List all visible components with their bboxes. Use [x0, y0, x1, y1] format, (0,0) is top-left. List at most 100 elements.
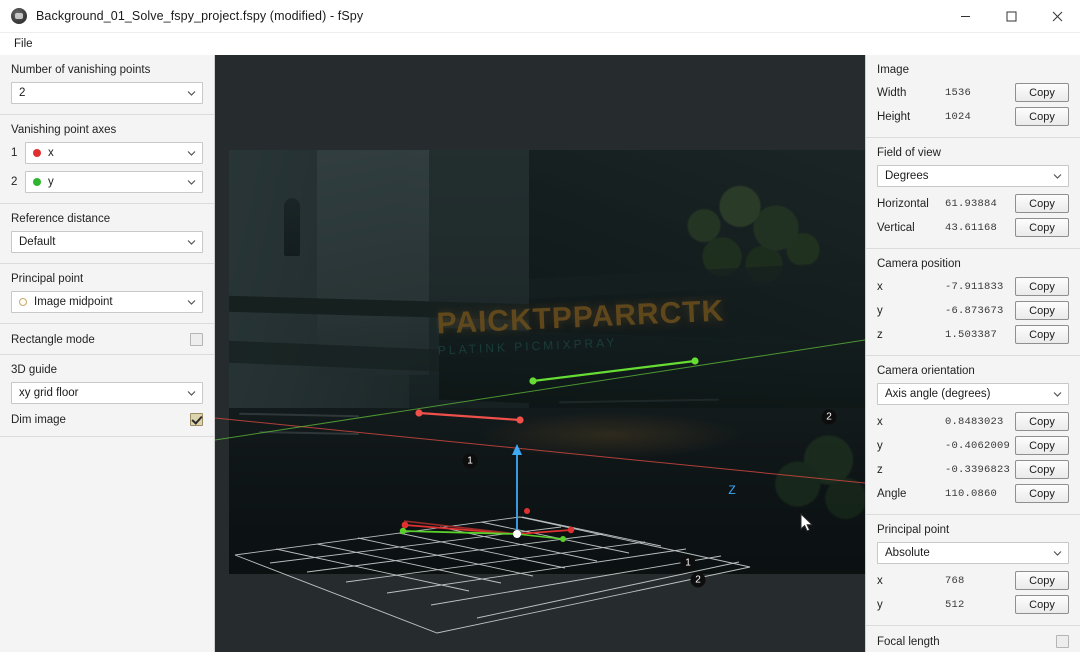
chevron-down-icon — [187, 298, 196, 307]
vanishing-point-2-label[interactable]: 2 — [822, 410, 837, 425]
axis-index-2: 2 — [11, 176, 25, 188]
value-camera-orientation-x: 0.8483023 — [943, 416, 1015, 428]
label-camera-position-x: x — [877, 281, 943, 293]
reference-distance-select[interactable]: Default — [11, 231, 203, 253]
copy-button-camera-position-y[interactable]: Copy — [1015, 301, 1069, 320]
axis-2-color-dot — [33, 178, 41, 186]
row-camera-orientation-x: x 0.8483023 Copy — [877, 411, 1069, 432]
row-fov-horizontal: Horizontal 61.93884 Copy — [877, 193, 1069, 214]
image-viewport[interactable]: PAICKTPPARRCTK PLATINK PICMIXPRAY — [215, 55, 865, 652]
chevron-down-icon — [1053, 390, 1062, 399]
copy-button-camera-position-x[interactable]: Copy — [1015, 277, 1069, 296]
main-body: Number of vanishing points 2 Vanishing p… — [0, 55, 1080, 652]
value-image-width: 1536 — [943, 87, 1015, 99]
window-controls — [942, 0, 1080, 33]
maximize-icon[interactable] — [988, 0, 1034, 33]
row-camera-position-y: y -6.873673 Copy — [877, 300, 1069, 321]
right-results-panel: Image Width 1536 Copy Height 1024 Copy F… — [865, 55, 1080, 652]
row-camera-position-x: x -7.911833 Copy — [877, 276, 1069, 297]
rectangle-mode-label: Rectangle mode — [11, 334, 95, 346]
section-title-principal-point-right: Principal point — [877, 524, 1069, 536]
reference-distance-value: Default — [19, 236, 55, 248]
chevron-down-icon — [187, 178, 196, 187]
fov-unit-select[interactable]: Degrees — [877, 165, 1069, 187]
principal-point-units-select[interactable]: Absolute — [877, 542, 1069, 564]
window-title: Background_01_Solve_fspy_project.fspy (m… — [36, 9, 363, 23]
row-image-height: Height 1024 Copy — [877, 106, 1069, 127]
value-image-height: 1024 — [943, 111, 1015, 123]
label-camera-orientation-x: x — [877, 416, 943, 428]
section-principal-point-left: Principal point Image midpoint — [0, 264, 214, 324]
axis-2-select[interactable]: y — [25, 171, 203, 193]
copy-button-camera-orientation-y[interactable]: Copy — [1015, 436, 1069, 455]
menu-item-file[interactable]: File — [8, 36, 39, 52]
principal-point-mode-select[interactable]: Image midpoint — [11, 291, 203, 313]
vanishing-point-1-label[interactable]: 1 — [463, 454, 478, 469]
origin-gizmo-label-2[interactable]: 2 — [691, 573, 706, 588]
guide-select[interactable]: xy grid floor — [11, 382, 203, 404]
dim-image-label: Dim image — [11, 414, 66, 426]
value-fov-vertical: 43.61168 — [943, 222, 1015, 234]
chevron-down-icon — [187, 238, 196, 247]
photo-dim-overlay — [229, 150, 865, 574]
label-camera-orientation-y: y — [877, 440, 943, 452]
section-title-vanishing-point-axes: Vanishing point axes — [11, 124, 203, 136]
dim-image-checkbox[interactable] — [190, 413, 203, 426]
copy-button-camera-orientation-z[interactable]: Copy — [1015, 460, 1069, 479]
section-camera-orientation: Camera orientation Axis angle (degrees) … — [866, 356, 1080, 515]
camera-orientation-mode-select[interactable]: Axis angle (degrees) — [877, 383, 1069, 405]
rectangle-mode-checkbox[interactable] — [190, 333, 203, 346]
axis-1-value: x — [48, 147, 54, 159]
section-reference-distance: Reference distance Default — [0, 204, 214, 264]
left-settings-panel: Number of vanishing points 2 Vanishing p… — [0, 55, 215, 652]
copy-button-image-height[interactable]: Copy — [1015, 107, 1069, 126]
copy-button-image-width[interactable]: Copy — [1015, 83, 1069, 102]
principal-point-mode-value: Image midpoint — [34, 296, 113, 308]
copy-button-camera-orientation-x[interactable]: Copy — [1015, 412, 1069, 431]
section-title-vanishing-point-count: Number of vanishing points — [11, 64, 203, 76]
vanishing-point-count-select[interactable]: 2 — [11, 82, 203, 104]
section-image-info: Image Width 1536 Copy Height 1024 Copy — [866, 55, 1080, 138]
section-title-reference-distance: Reference distance — [11, 213, 203, 225]
copy-button-principal-point-y[interactable]: Copy — [1015, 595, 1069, 614]
section-focal-length: Focal length — [866, 626, 1080, 652]
value-camera-position-x: -7.911833 — [943, 281, 1015, 293]
row-camera-orientation-angle: Angle 110.0860 Copy — [877, 483, 1069, 504]
section-title-field-of-view: Field of view — [877, 147, 1069, 159]
app-logo-icon — [11, 8, 27, 24]
dim-image-row[interactable]: Dim image — [11, 413, 203, 426]
value-principal-point-y: 512 — [943, 599, 1015, 611]
axis-1-select[interactable]: x — [25, 142, 203, 164]
label-fov-vertical: Vertical — [877, 222, 943, 234]
menu-bar: File — [0, 33, 1080, 55]
value-principal-point-x: 768 — [943, 575, 1015, 587]
axis-row-1: 1 x — [11, 142, 203, 164]
row-fov-vertical: Vertical 43.61168 Copy — [877, 217, 1069, 238]
close-icon[interactable] — [1034, 0, 1080, 33]
section-rectangle-mode: Rectangle mode — [0, 324, 214, 355]
section-title-3d-guide: 3D guide — [11, 364, 203, 376]
focal-length-checkbox[interactable] — [1056, 635, 1069, 648]
value-camera-position-z: 1.503387 — [943, 329, 1015, 341]
chevron-down-icon — [187, 89, 196, 98]
section-title-image: Image — [877, 64, 1069, 76]
row-principal-point-y: y 512 Copy — [877, 594, 1069, 615]
label-principal-point-x: x — [877, 575, 943, 587]
minimize-icon[interactable] — [942, 0, 988, 33]
section-title-principal-point-left: Principal point — [11, 273, 203, 285]
row-camera-orientation-z: z -0.3396823 Copy — [877, 459, 1069, 480]
chevron-down-icon — [187, 389, 196, 398]
copy-button-fov-horizontal[interactable]: Copy — [1015, 194, 1069, 213]
section-vanishing-point-count: Number of vanishing points 2 — [0, 55, 214, 115]
copy-button-principal-point-x[interactable]: Copy — [1015, 571, 1069, 590]
copy-button-camera-orientation-angle[interactable]: Copy — [1015, 484, 1069, 503]
camera-orientation-mode-value: Axis angle (degrees) — [885, 388, 990, 400]
mouse-cursor — [800, 513, 814, 533]
focal-length-row[interactable]: Focal length — [877, 635, 1069, 648]
origin-gizmo-label-1[interactable]: 1 — [681, 556, 696, 571]
label-fov-horizontal: Horizontal — [877, 198, 943, 210]
copy-button-camera-position-z[interactable]: Copy — [1015, 325, 1069, 344]
copy-button-fov-vertical[interactable]: Copy — [1015, 218, 1069, 237]
rectangle-mode-row[interactable]: Rectangle mode — [11, 333, 203, 346]
value-fov-horizontal: 61.93884 — [943, 198, 1015, 210]
